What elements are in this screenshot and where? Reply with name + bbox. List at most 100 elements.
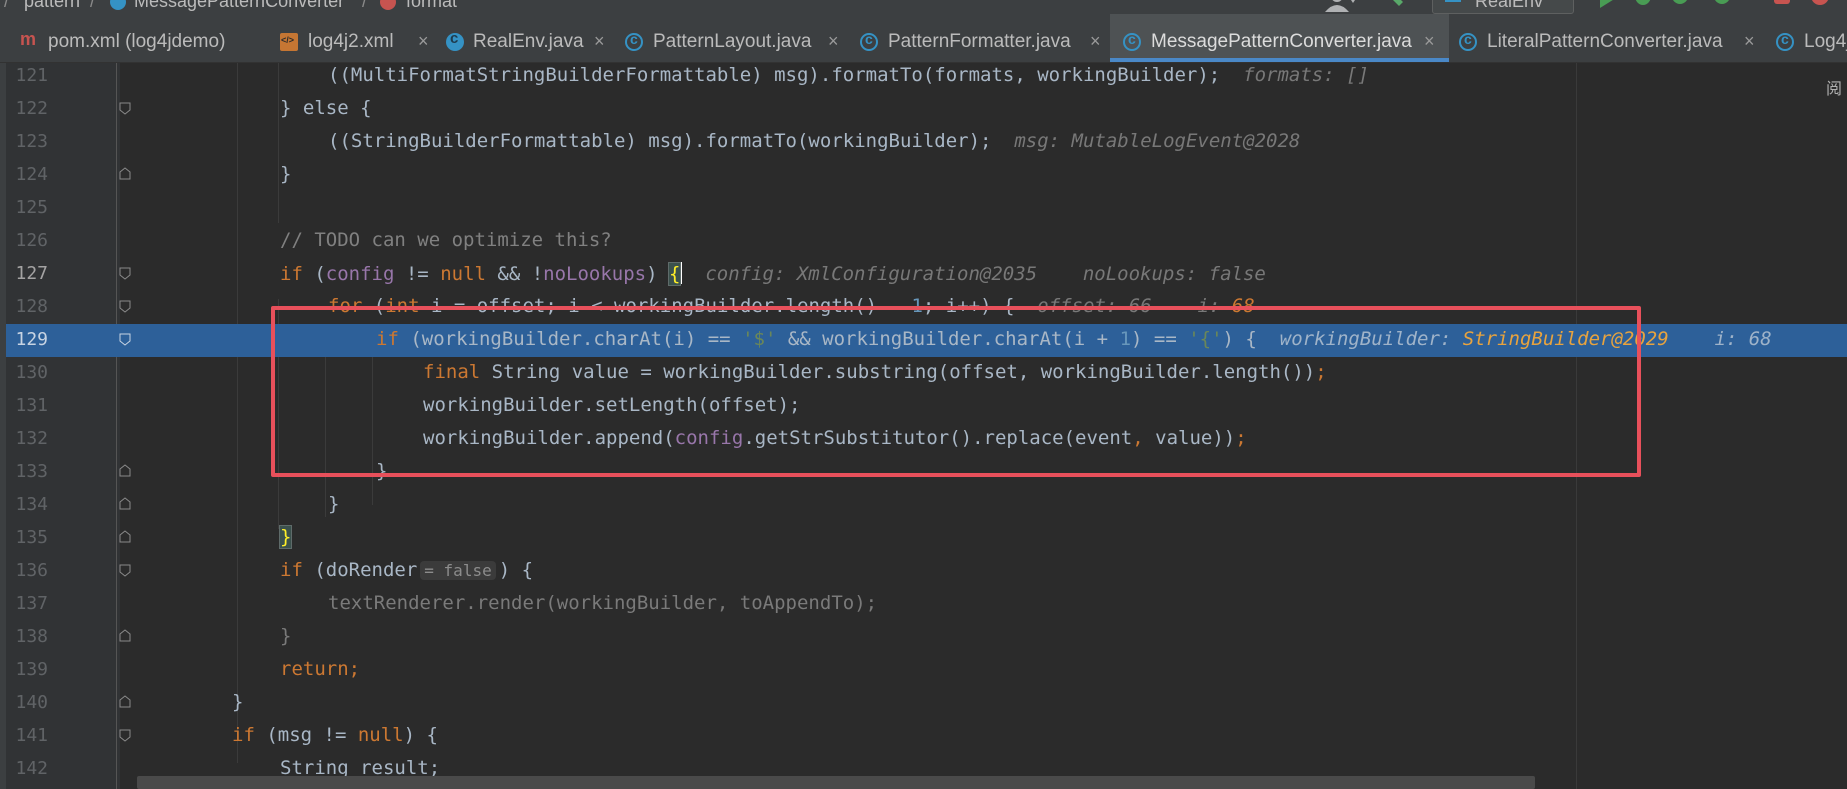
code-text: } <box>280 625 292 647</box>
line-number: 130 <box>15 362 48 383</box>
debug-icon[interactable] <box>1632 0 1654 12</box>
line-number: 137 <box>15 593 48 614</box>
code-line[interactable]: 126 // TODO can we optimize this? <box>0 225 1847 258</box>
attach-debugger-icon[interactable] <box>1772 0 1794 12</box>
coverage-icon[interactable] <box>1670 0 1692 12</box>
fold-marker-icon[interactable] <box>119 299 131 313</box>
fold-marker-icon[interactable] <box>119 563 131 577</box>
navigation-bar: / pattern / MessagePatternConverter / fo… <box>0 0 1847 14</box>
line-number: 134 <box>15 494 48 515</box>
debug-inline-value: i: 68 <box>1714 328 1772 350</box>
tab-literalpatternconverter-java[interactable]: LiteralPatternConverter.java × <box>1449 14 1764 62</box>
java-lib-class-icon <box>860 31 878 51</box>
fold-marker-icon[interactable] <box>119 332 131 346</box>
line-number: 128 <box>15 296 48 317</box>
line-number: 141 <box>15 725 48 746</box>
debug-inline-value: msg: MutableLogEvent@2028 <box>1014 130 1301 152</box>
code-line[interactable]: 135 } <box>0 522 1847 555</box>
tab-label: PatternLayout.java <box>653 31 812 52</box>
java-lib-class-icon <box>625 31 643 51</box>
close-icon[interactable]: × <box>418 31 429 52</box>
code-line[interactable]: 140 } <box>0 687 1847 720</box>
horizontal-scrollbar[interactable] <box>137 776 1535 789</box>
code-text: } <box>278 525 293 549</box>
code-text: } <box>232 691 244 713</box>
fold-marker-icon[interactable] <box>119 497 131 511</box>
fold-marker-icon[interactable] <box>119 530 131 544</box>
code-line[interactable]: 136 if (doRender = false) { <box>0 555 1847 588</box>
line-number: 139 <box>15 659 48 680</box>
run-configuration-label: RealEnv <box>1475 0 1544 11</box>
code-line[interactable]: 134 } <box>0 489 1847 522</box>
fold-marker-icon[interactable] <box>119 167 131 181</box>
line-number: 135 <box>15 527 48 548</box>
code-line[interactable]: 141 if (msg != null) { <box>0 720 1847 753</box>
fold-marker-icon[interactable] <box>119 695 131 709</box>
tab-patternformatter-java[interactable]: PatternFormatter.java × <box>848 14 1110 62</box>
line-number: 131 <box>15 395 48 416</box>
close-icon[interactable]: × <box>1090 31 1101 52</box>
run-icon[interactable] <box>1598 0 1618 12</box>
code-editor[interactable]: 阅 121 ((MultiFormatStringBuilderFormatta… <box>0 63 1847 789</box>
line-number: 140 <box>15 692 48 713</box>
fold-marker-icon[interactable] <box>119 728 131 742</box>
fold-marker-icon[interactable] <box>119 266 131 280</box>
code-line[interactable]: 138 } <box>0 621 1847 654</box>
tab-label: MessagePatternConverter.java <box>1151 31 1412 52</box>
code-text: return; <box>280 658 361 680</box>
method-icon <box>380 0 396 10</box>
code-line[interactable]: 137 textRenderer.render(workingBuilder, … <box>0 588 1847 621</box>
text-caret <box>680 262 683 284</box>
fold-marker-icon[interactable] <box>119 464 131 478</box>
line-number: 132 <box>15 428 48 449</box>
tab-label: Log4j <box>1804 31 1847 52</box>
xml-file-icon <box>280 33 298 51</box>
code-line[interactable]: 122 } else { <box>0 93 1847 126</box>
line-number: 133 <box>15 461 48 482</box>
java-class-icon <box>110 0 126 10</box>
code-line[interactable]: 121 ((MultiFormatStringBuilderFormattabl… <box>0 63 1847 93</box>
tab-label: LiteralPatternConverter.java <box>1487 31 1723 52</box>
java-run-config-icon <box>1445 0 1461 2</box>
stop-icon[interactable] <box>1810 0 1832 12</box>
code-text: if (config != null && !noLookups) { conf… <box>280 262 1266 286</box>
tab-pom-xml[interactable]: pom.xml (log4jdemo) <box>0 14 270 62</box>
tab-log4j2-xml[interactable]: log4j2.xml × <box>270 14 438 62</box>
close-icon[interactable]: × <box>1744 31 1755 52</box>
breadcrumb-item-class[interactable]: MessagePatternConverter <box>134 0 344 12</box>
code-line[interactable]: 127 if (config != null && !noLookups) { … <box>0 258 1847 291</box>
code-line[interactable]: 125 <box>0 192 1847 225</box>
line-number: 126 <box>15 230 48 251</box>
code-line[interactable]: 139 return; <box>0 654 1847 687</box>
tab-realenv-java[interactable]: RealEnv.java × <box>438 14 613 62</box>
breadcrumb-item-method[interactable]: format <box>406 0 457 12</box>
line-number: 124 <box>15 164 48 185</box>
tab-patternlayout-java[interactable]: PatternLayout.java × <box>613 14 848 62</box>
code-text: if (msg != null) { <box>232 724 438 746</box>
java-lib-class-icon <box>1459 31 1477 51</box>
close-icon[interactable]: × <box>1424 31 1435 52</box>
line-number: 136 <box>15 560 48 581</box>
breadcrumb-separator: / <box>90 0 96 11</box>
code-line[interactable]: 123 ((StringBuilderFormattable) msg).for… <box>0 126 1847 159</box>
close-icon[interactable]: × <box>594 31 605 52</box>
tool-window-strip <box>0 63 6 789</box>
breadcrumb-item-pattern[interactable]: pattern <box>24 0 80 12</box>
maven-icon <box>20 29 38 51</box>
fold-marker-icon[interactable] <box>119 101 131 115</box>
close-icon[interactable]: × <box>828 31 839 52</box>
tab-label: log4j2.xml <box>308 31 394 52</box>
debug-inline-value: config: XmlConfiguration@2035 <box>705 263 1038 285</box>
user-icon[interactable] <box>1325 0 1357 12</box>
fold-marker-icon[interactable] <box>119 629 131 643</box>
code-text: ((MultiFormatStringBuilderFormattable) m… <box>328 64 1369 86</box>
tab-messagepatternconverter-java[interactable]: MessagePatternConverter.java × <box>1110 14 1449 62</box>
profile-icon[interactable] <box>1712 0 1746 12</box>
inlay-value-hint: = false <box>420 561 496 580</box>
breadcrumb-separator: / <box>362 0 368 11</box>
line-number: 127 <box>15 263 48 284</box>
build-hammer-icon[interactable] <box>1385 0 1407 12</box>
code-line[interactable]: 124 } <box>0 159 1847 192</box>
annotation-highlight-box <box>271 306 1641 477</box>
tab-log4j[interactable]: Log4j <box>1764 14 1847 62</box>
